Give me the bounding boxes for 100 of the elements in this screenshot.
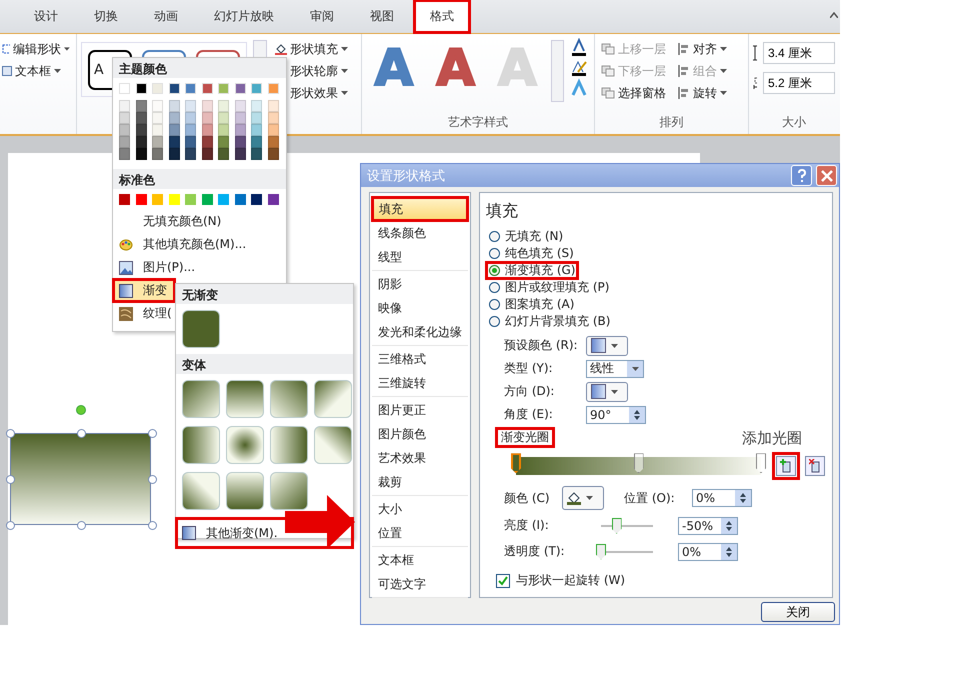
menu-item[interactable]: 其他填充颜色(M)... [113, 233, 286, 256]
color-swatch[interactable] [168, 124, 180, 136]
color-swatch[interactable] [218, 83, 229, 94]
color-swatch[interactable] [136, 83, 146, 94]
collapse-ribbon-icon[interactable] [830, 12, 838, 18]
color-swatch[interactable] [168, 194, 180, 205]
fill-radio[interactable]: 图片或纹理填充 (P) [486, 279, 612, 296]
radio-dot[interactable] [489, 265, 500, 276]
radio-dot[interactable] [489, 231, 500, 242]
add-stop-button[interactable] [776, 456, 796, 476]
category-item[interactable]: 图片颜色 [372, 422, 468, 446]
color-swatch[interactable] [136, 124, 146, 136]
ribbon-command[interactable]: 形状填充 [273, 38, 350, 60]
color-swatch[interactable] [218, 194, 229, 205]
color-swatch[interactable] [152, 83, 163, 94]
color-swatch[interactable] [234, 124, 246, 136]
ribbon-tab[interactable]: 格式 [414, 0, 470, 33]
color-swatch[interactable] [168, 136, 180, 148]
color-swatch[interactable] [234, 148, 246, 160]
gradient-variant[interactable] [314, 380, 352, 418]
ribbon-command[interactable]: 对齐 [676, 38, 729, 60]
radio-dot[interactable] [489, 316, 500, 328]
category-item[interactable]: 三维格式 [372, 347, 468, 372]
resize-handle[interactable] [77, 521, 86, 530]
color-swatch[interactable] [119, 100, 130, 112]
fill-radio[interactable]: 无填充 (N) [486, 228, 566, 246]
gradient-variant[interactable] [226, 380, 264, 418]
remove-stop-button[interactable] [805, 456, 825, 476]
color-swatch[interactable] [185, 148, 196, 160]
color-swatch[interactable] [185, 83, 196, 94]
ribbon-tab[interactable]: 切换 [78, 0, 134, 33]
color-swatch[interactable] [251, 112, 262, 124]
gradient-rectangle[interactable] [10, 433, 151, 525]
category-item[interactable]: 位置 [372, 521, 468, 546]
color-swatch[interactable] [234, 83, 246, 94]
color-swatch[interactable] [218, 148, 229, 160]
type-dropdown[interactable]: 线性 [586, 360, 644, 378]
color-swatch[interactable] [234, 100, 246, 112]
color-swatch[interactable] [268, 148, 278, 160]
gradient-stop-handle[interactable] [511, 453, 521, 474]
category-item[interactable]: 艺术效果 [372, 446, 468, 470]
transparency-spinner[interactable]: 0% [678, 542, 738, 560]
radio-dot[interactable] [489, 248, 500, 260]
gradient-variant[interactable] [182, 426, 220, 464]
brightness-spinner[interactable]: -50% [678, 516, 738, 535]
color-swatch[interactable] [152, 194, 163, 205]
color-swatch[interactable] [218, 112, 229, 124]
fill-radio[interactable]: 渐变填充 (G) [486, 262, 578, 280]
color-swatch[interactable] [202, 100, 212, 112]
gradient-variant[interactable] [226, 426, 264, 464]
wordart-style-sample[interactable]: A [366, 38, 422, 114]
color-swatch[interactable] [152, 124, 163, 136]
color-swatch[interactable] [268, 83, 278, 94]
color-swatch[interactable] [251, 124, 262, 136]
resize-handle[interactable] [148, 521, 157, 530]
angle-spinner[interactable]: 90° [586, 406, 646, 424]
color-dropdown[interactable] [562, 486, 604, 510]
color-swatch[interactable] [185, 194, 196, 205]
gallery-scrollbar[interactable] [551, 40, 564, 102]
color-swatch[interactable] [152, 112, 163, 124]
color-swatch[interactable] [168, 100, 180, 112]
category-item[interactable]: 三维旋转 [372, 371, 468, 396]
color-swatch[interactable] [234, 136, 246, 148]
gradient-variant[interactable] [270, 472, 308, 510]
ribbon-command[interactable]: 选择窗格 [599, 82, 668, 104]
color-swatch[interactable] [119, 124, 130, 136]
menu-item[interactable]: 其他渐变(M). [176, 518, 353, 548]
category-item[interactable]: 阴影 [372, 272, 468, 296]
direction-dropdown[interactable] [586, 382, 628, 402]
color-swatch[interactable] [136, 194, 146, 205]
color-swatch[interactable] [251, 83, 262, 94]
category-item[interactable]: 可选文字 [372, 572, 468, 596]
category-item[interactable]: 裁剪 [372, 470, 468, 494]
rotate-checkbox[interactable]: 与形状一起旋转 (W) [496, 572, 826, 590]
fill-radio[interactable]: 纯色填充 (S) [486, 245, 577, 262]
gradient-variant[interactable] [182, 380, 220, 418]
color-swatch[interactable] [168, 148, 180, 160]
color-swatch[interactable] [218, 136, 229, 148]
gradient-stop-handle[interactable] [634, 453, 644, 474]
gradient-variant[interactable] [270, 380, 308, 418]
ribbon-tab[interactable]: 视图 [354, 0, 410, 33]
menu-item[interactable]: 纹理( [113, 302, 175, 325]
ribbon-tab[interactable]: 审阅 [294, 0, 350, 33]
ribbon-command[interactable]: 编辑形状 [0, 38, 72, 60]
color-swatch[interactable] [202, 124, 212, 136]
category-item[interactable]: 填充 [372, 197, 468, 222]
color-swatch[interactable] [136, 112, 146, 124]
color-swatch[interactable] [202, 136, 212, 148]
color-swatch[interactable] [202, 148, 212, 160]
category-item[interactable]: 线条颜色 [372, 221, 468, 246]
color-swatch[interactable] [202, 112, 212, 124]
color-swatch[interactable] [268, 124, 278, 136]
gradient-stop-handle[interactable] [756, 453, 766, 474]
color-swatch[interactable] [136, 148, 146, 160]
close-button[interactable] [816, 165, 837, 186]
resize-handle[interactable] [148, 429, 157, 438]
radio-dot[interactable] [489, 299, 500, 310]
color-swatch[interactable] [185, 100, 196, 112]
color-swatch[interactable] [234, 194, 246, 205]
ribbon-command[interactable]: 旋转 [676, 82, 729, 104]
